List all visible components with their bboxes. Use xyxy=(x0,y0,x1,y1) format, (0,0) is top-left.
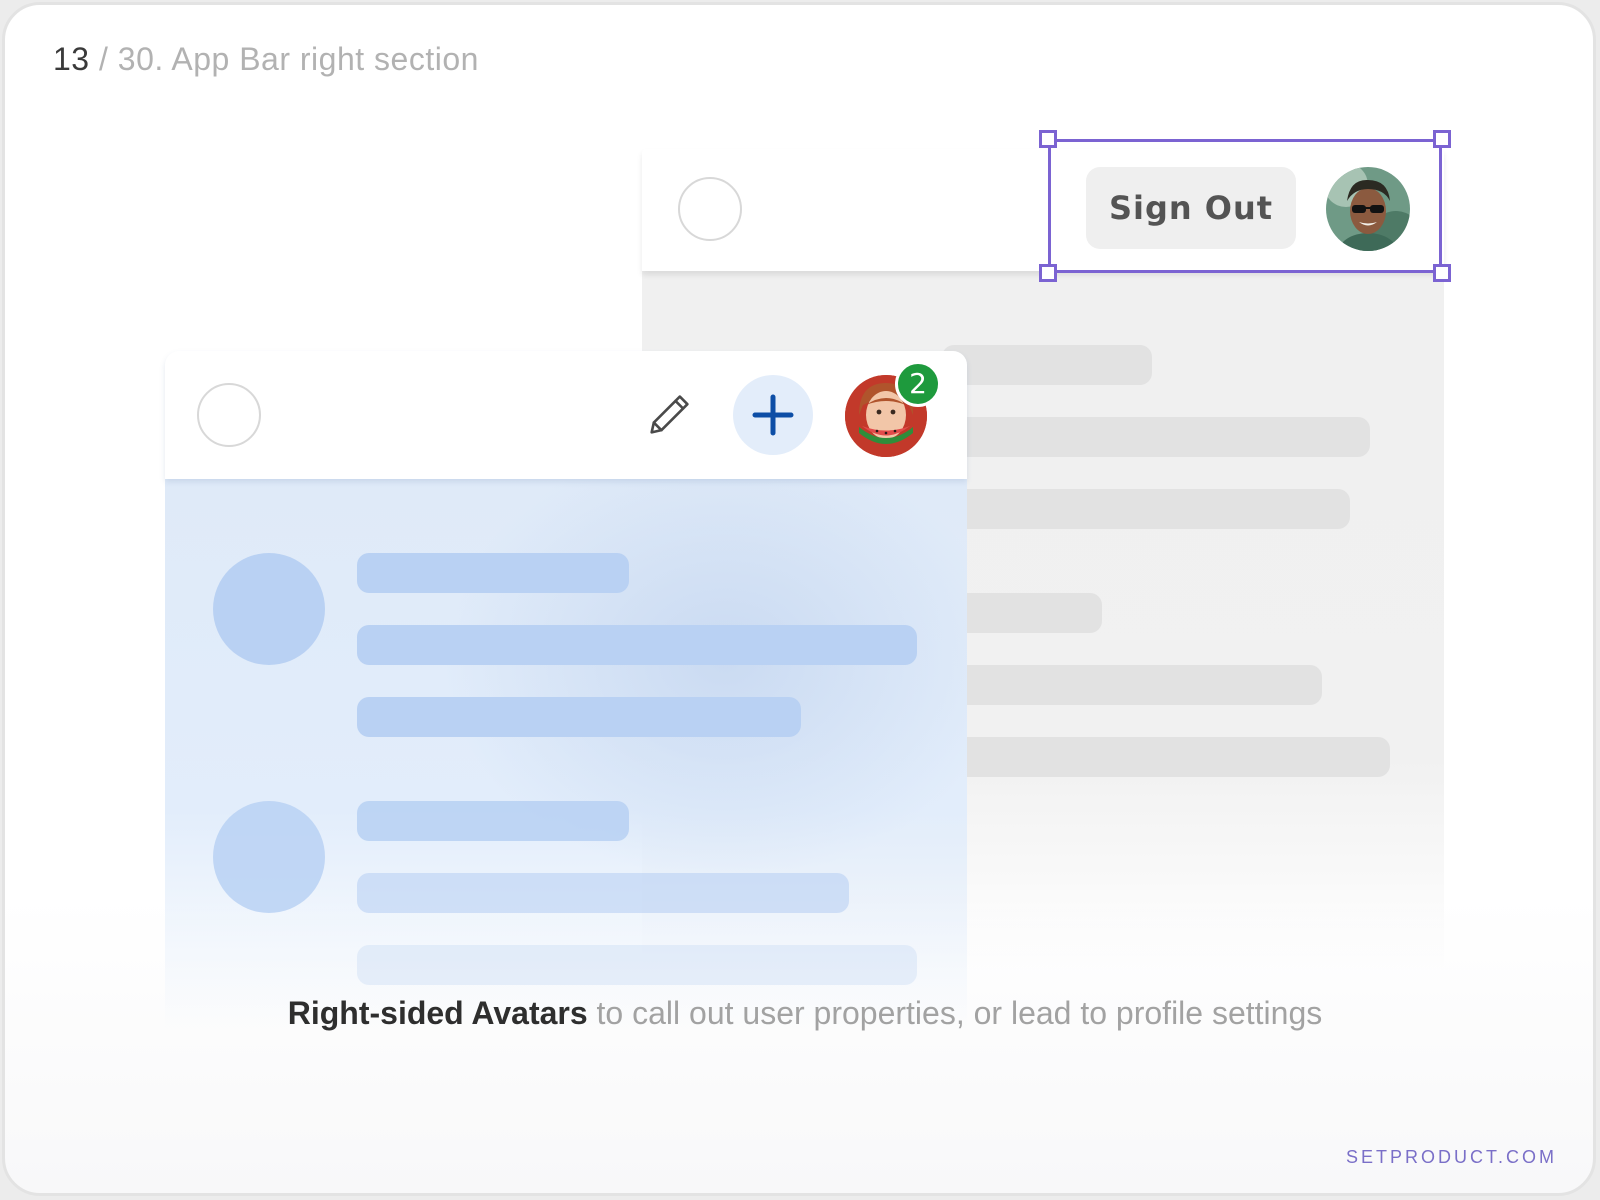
slide-frame: 13 / 30. App Bar right section Sign Out xyxy=(2,2,1596,1196)
plus-icon xyxy=(752,394,794,436)
placeholder-line xyxy=(942,345,1152,385)
placeholder-line xyxy=(357,945,917,985)
notification-badge: 2 xyxy=(895,361,941,407)
slide-separator: / xyxy=(98,41,109,77)
placeholder-line xyxy=(357,801,629,841)
nav-placeholder-icon[interactable] xyxy=(197,383,261,447)
placeholder-avatar xyxy=(213,553,325,665)
placeholder-line xyxy=(942,417,1370,457)
front-window-body xyxy=(165,479,967,1031)
placeholder-line xyxy=(942,665,1322,705)
resize-handle-top-left[interactable] xyxy=(1039,130,1057,148)
placeholder-line xyxy=(357,873,849,913)
slide-heading: 13 / 30. App Bar right section xyxy=(53,41,479,78)
placeholder-line xyxy=(357,553,629,593)
nav-placeholder-icon[interactable] xyxy=(678,177,742,241)
setproduct-link[interactable]: SETPRODUCT.COM xyxy=(1346,1147,1557,1168)
resize-handle-top-right[interactable] xyxy=(1433,130,1451,148)
app-bar: 2 xyxy=(165,351,967,479)
front-window: 2 xyxy=(165,351,967,1031)
placeholder-line xyxy=(942,737,1390,777)
slide-number: 13 xyxy=(53,41,90,77)
placeholder-avatar xyxy=(213,801,325,913)
placeholder-line xyxy=(357,625,917,665)
caption-highlight: Right-sided Avatars xyxy=(287,995,588,1031)
placeholder-line xyxy=(942,489,1350,529)
pencil-icon[interactable] xyxy=(643,389,695,441)
slide-title: 30. App Bar right section xyxy=(117,41,479,77)
resize-handle-bottom-right[interactable] xyxy=(1433,264,1451,282)
caption-text: to call out user properties, or lead to … xyxy=(587,995,1323,1031)
add-button[interactable] xyxy=(733,375,813,455)
resize-handle-bottom-left[interactable] xyxy=(1039,264,1057,282)
selection-outline xyxy=(1039,130,1451,282)
placeholder-line xyxy=(357,697,801,737)
caption: Right-sided Avatars to call out user pro… xyxy=(5,995,1593,1032)
